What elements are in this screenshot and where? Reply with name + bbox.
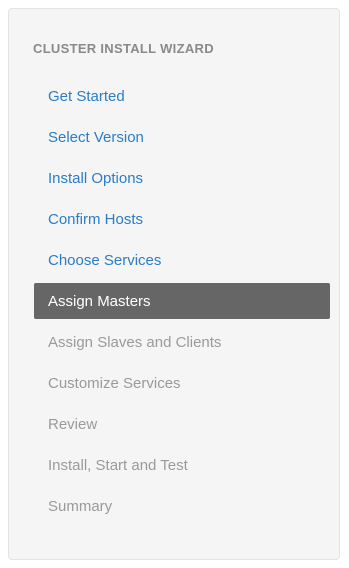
step-review: Review xyxy=(48,415,98,433)
step-install-start-and-test: Install, Start and Test xyxy=(48,456,188,474)
step-choose-services[interactable]: Choose Services xyxy=(34,242,330,278)
wizard-steps: Get Started Select Version Install Optio… xyxy=(34,78,330,529)
step-select-version[interactable]: Select Version xyxy=(34,119,330,155)
step-confirm-hosts[interactable]: Confirm Hosts xyxy=(34,201,330,237)
step-customize-services: Customize Services xyxy=(48,374,181,392)
step-get-started[interactable]: Get Started xyxy=(34,78,330,114)
wizard-sidebar: CLUSTER INSTALL WIZARD Get Started Selec… xyxy=(8,8,340,560)
step-assign-masters: Assign Masters xyxy=(34,283,330,319)
step-install-options[interactable]: Install Options xyxy=(34,160,330,196)
wizard-title: CLUSTER INSTALL WIZARD xyxy=(33,41,214,56)
step-assign-slaves-and-clients: Assign Slaves and Clients xyxy=(48,333,222,351)
step-summary: Summary xyxy=(48,497,113,515)
